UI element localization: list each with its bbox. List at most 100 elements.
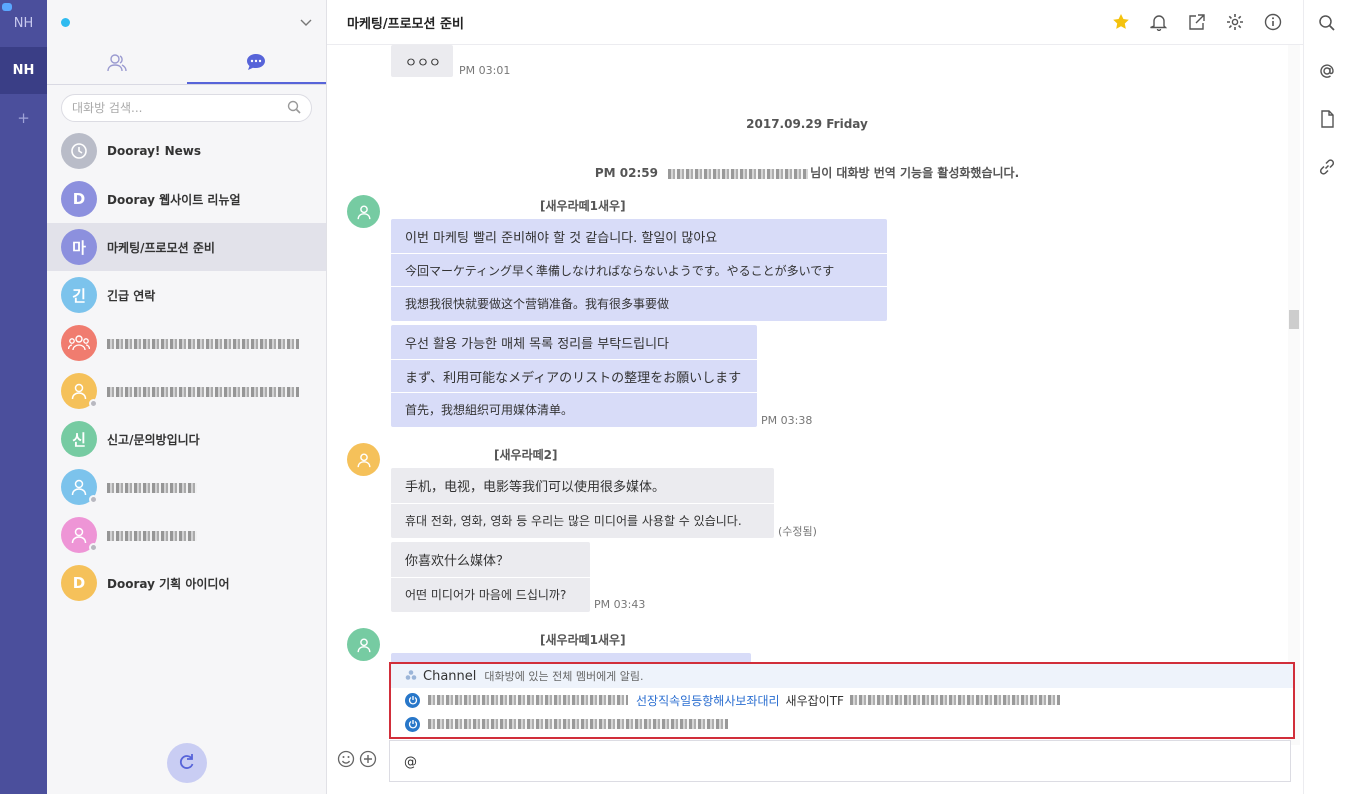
room-item-dooray-news[interactable]: Dooray! News xyxy=(47,127,326,175)
room-item-marketing[interactable]: 마 마케팅/프로모션 준비 xyxy=(47,223,326,271)
chevron-down-icon[interactable] xyxy=(300,16,312,30)
message-original: 手机，电视，电影等我们可以使用很多媒体。 xyxy=(405,480,666,495)
message-translation-ko: 어떤 미디어가 마음에 드십니까? xyxy=(391,577,590,611)
composer-tools xyxy=(337,750,377,771)
room-avatar: 마 xyxy=(61,229,97,265)
mention-option-user[interactable]: 선장직속일등항해사보좌대리 새우잡이TF xyxy=(391,688,1293,712)
room-name: 마케팅/프로모션 준비 xyxy=(107,240,215,255)
message-original: 이번 마케팅 빨리 준비해야 할 것 같습니다. 할일이 많아요 xyxy=(405,230,718,246)
presence-dot xyxy=(89,543,98,552)
info-icon[interactable] xyxy=(1263,12,1283,32)
message-bubble: ㅇㅇㅇ xyxy=(391,45,453,77)
tab-chats[interactable] xyxy=(186,45,326,84)
room-avatar: 신 xyxy=(61,421,97,457)
composer: @ xyxy=(327,740,1303,794)
message-original: 你喜欢什么媒体？ xyxy=(405,554,510,569)
edited-label: (수정됨) xyxy=(778,525,817,538)
room-list: Dooray! News D Dooray 웹사이트 리뉴얼 마 마케팅/프로모… xyxy=(47,127,326,607)
mention-channel-label: Channel xyxy=(423,668,477,684)
message-bubble: 우선 활용 가능한 매체 목록 정리를 부탁드립니다 まず、利用可能なメディアの… xyxy=(391,325,757,427)
room-item-dm-3[interactable] xyxy=(47,511,326,559)
star-icon[interactable] xyxy=(1111,12,1131,32)
room-name: Dooray 웹사이트 리뉴얼 xyxy=(107,192,241,207)
org-switch-active[interactable]: NH xyxy=(0,47,47,94)
room-item-dm-2[interactable] xyxy=(47,463,326,511)
message-time: PM 03:01 xyxy=(459,64,511,77)
presence-dot xyxy=(89,495,98,504)
mention-channel-desc: 대화방에 있는 전체 멤버에게 알림. xyxy=(484,670,644,683)
system-message: PM 02:59 님이 대화방 번역 기능을 활성화했습니다. xyxy=(327,164,1287,181)
mention-option-user[interactable] xyxy=(391,712,1293,736)
add-org-button[interactable]: + xyxy=(0,94,47,142)
message-translation-ja: 今回マーケティング早く準備しなければならないようです。やることが多いです xyxy=(391,253,887,286)
search-icon[interactable] xyxy=(287,100,301,117)
message-bubble: 手机，电视，电影等我们可以使用很多媒体。 휴대 전화, 영화, 영화 등 우리는… xyxy=(391,468,774,538)
room-name: 긴급 연락 xyxy=(107,288,156,303)
room-item-urgent[interactable]: 긴 긴급 연락 xyxy=(47,271,326,319)
room-avatar: D xyxy=(61,565,97,601)
clock-icon xyxy=(61,133,97,169)
presence-dot xyxy=(89,399,98,408)
link-icon[interactable] xyxy=(1317,157,1337,177)
room-name: Dooray 기획 아이디어 xyxy=(107,576,230,591)
sidebar-tabs xyxy=(47,45,326,85)
header-tools xyxy=(1111,12,1283,32)
new-chat-button[interactable] xyxy=(167,743,207,783)
message-original: 우선 활용 가능한 매체 목록 정리를 부탁드립니다 xyxy=(405,336,669,352)
file-icon[interactable] xyxy=(1317,109,1337,129)
search-icon[interactable] xyxy=(1317,13,1337,33)
message-input[interactable]: @ xyxy=(389,740,1291,782)
sender-name[interactable]: [새우라떼2] xyxy=(494,446,557,463)
message-list: ㅇㅇㅇ PM 03:01 2017.09.29 Friday PM 02:59 … xyxy=(327,45,1287,745)
tab-members[interactable] xyxy=(47,45,187,84)
emoji-icon[interactable] xyxy=(337,750,355,771)
room-item-dm-1[interactable] xyxy=(47,367,326,415)
user-icon xyxy=(61,469,98,505)
user-icon[interactable] xyxy=(347,195,380,228)
room-avatar: D xyxy=(61,181,97,217)
mention-popup: Channel 대화방에 있는 전체 멤버에게 알림. 선장직속일등항해사보좌대… xyxy=(389,662,1295,739)
popout-icon[interactable] xyxy=(1187,12,1207,32)
message-bubble: 你喜欢什么媒体？ 어떤 미디어가 마음에 드십니까? xyxy=(391,542,590,612)
org-label: NH xyxy=(13,16,34,31)
room-item-group[interactable] xyxy=(47,319,326,367)
chat-header: 마케팅/프로모션 준비 xyxy=(327,0,1303,45)
members-icon xyxy=(106,53,128,76)
chat-main: 마케팅/프로모션 준비 ㅇㅇㅇ PM 03:01 2017.09.29 Frid… xyxy=(327,0,1303,794)
user-icon[interactable] xyxy=(347,628,380,661)
channel-sidebar: Dooray! News D Dooray 웹사이트 리뉴얼 마 마케팅/프로모… xyxy=(47,0,327,794)
room-item-report[interactable]: 신 신고/문의방입니다 xyxy=(47,415,326,463)
room-name: 신고/문의방입니다 xyxy=(107,432,200,447)
mention-option-channel[interactable]: Channel 대화방에 있는 전체 멤버에게 알림. xyxy=(391,664,1293,688)
user-icon[interactable] xyxy=(347,443,380,476)
message-time: PM 03:38 xyxy=(761,414,813,427)
mention-user-dept: 선장직속일등항해사보좌대리 xyxy=(636,693,780,708)
org-label: NH xyxy=(12,63,35,78)
message-bubble: 이번 마케팅 빨리 준비해야 할 것 같습니다. 할일이 많아요 今回マーケティ… xyxy=(391,219,887,321)
workspace-header[interactable] xyxy=(47,0,326,45)
room-search-input[interactable] xyxy=(72,101,287,115)
room-name-redacted xyxy=(107,480,197,494)
sender-name[interactable]: [새우라떼1새우] xyxy=(540,197,626,214)
room-item-planning[interactable]: D Dooray 기획 아이디어 xyxy=(47,559,326,607)
power-icon xyxy=(405,692,420,708)
scrollbar-thumb[interactable] xyxy=(1289,310,1299,329)
room-name-redacted xyxy=(107,336,299,350)
chat-badge-icon xyxy=(2,3,12,11)
org-rail: NH NH + xyxy=(0,0,47,794)
power-icon xyxy=(405,716,420,732)
bell-icon[interactable] xyxy=(1149,12,1169,32)
right-tool-rail xyxy=(1303,0,1349,794)
redacted-name xyxy=(668,168,809,179)
message-scrollbar[interactable] xyxy=(1288,45,1300,745)
gear-icon[interactable] xyxy=(1225,12,1245,32)
mention-at-icon[interactable] xyxy=(1317,61,1337,81)
message-time: PM 03:43 xyxy=(594,598,646,611)
message-translation-zh: 我想我很快就要做这个营销准备。我有很多事要做 xyxy=(391,286,887,319)
room-item-website-renewal[interactable]: D Dooray 웹사이트 리뉴얼 xyxy=(47,175,326,223)
attach-plus-icon[interactable] xyxy=(359,750,377,771)
sender-name[interactable]: [새우라떼1새우] xyxy=(540,631,626,648)
room-title: 마케팅/프로모션 준비 xyxy=(347,16,464,32)
org-switch-top[interactable]: NH xyxy=(0,0,47,47)
system-text: 님이 대화방 번역 기능을 활성화했습니다. xyxy=(810,166,1020,180)
